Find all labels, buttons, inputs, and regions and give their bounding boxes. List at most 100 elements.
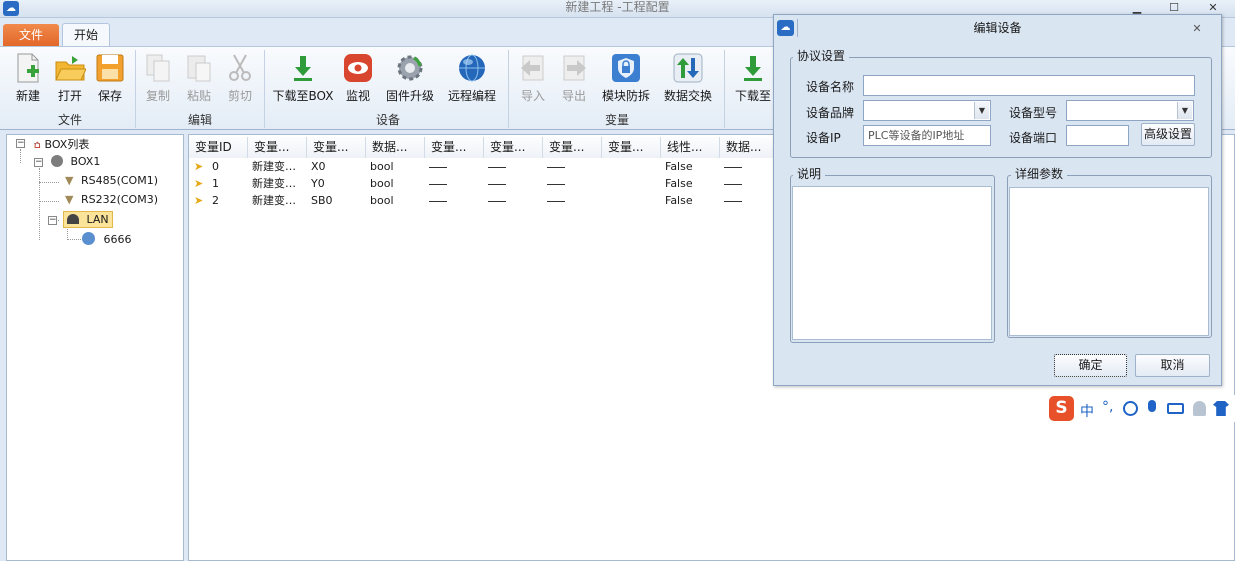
scissors-icon	[229, 54, 251, 81]
emoji-icon[interactable]	[1123, 401, 1138, 416]
paste-icon	[187, 55, 211, 82]
globe-icon	[459, 54, 485, 82]
window-title: 新建工程 -工程配置	[565, 0, 670, 14]
advanced-settings-button[interactable]: 高级设置	[1141, 123, 1195, 146]
ime-punctuation[interactable]: °,	[1102, 399, 1113, 415]
column-header[interactable]: 数据...	[366, 137, 425, 158]
device-name-field[interactable]	[863, 75, 1195, 96]
column-header[interactable]: 变量...	[307, 137, 366, 158]
device-port-field[interactable]	[1066, 125, 1129, 146]
save-button[interactable]: 保存	[92, 52, 128, 104]
cancel-button[interactable]: 取消	[1135, 354, 1210, 377]
description-textarea[interactable]	[792, 186, 992, 340]
tree-node-com3[interactable]: ▼ RS232(COM3)	[65, 193, 158, 206]
network-icon	[67, 214, 79, 224]
table-row[interactable]: ➤ 0 新建变… X0 bool False	[190, 159, 774, 176]
group-separator	[724, 50, 725, 128]
cut-button[interactable]: 剪切	[222, 52, 258, 104]
device-ip-label: 设备IP	[806, 131, 841, 145]
tree-node-lan[interactable]: LAN	[63, 211, 113, 228]
exchange-arrows-icon	[673, 53, 703, 83]
group-separator	[135, 50, 136, 128]
column-header[interactable]: 变量ID	[189, 137, 248, 158]
variable-tag-icon: ➤	[194, 160, 204, 173]
remote-programming-button[interactable]: 远程编程	[445, 52, 499, 104]
device-model-select[interactable]: ▼	[1066, 100, 1194, 121]
tree-collapse-toggle[interactable]: −	[48, 216, 57, 225]
arrow-left-icon	[521, 55, 544, 81]
tab-start[interactable]: 开始	[62, 23, 110, 47]
chevron-down-icon[interactable]: ▼	[974, 102, 989, 119]
variable-tag-icon: ➤	[194, 194, 204, 207]
tree-collapse-toggle[interactable]: −	[16, 139, 25, 148]
data-exchange-button[interactable]: 数据交换	[662, 52, 714, 104]
tree-root[interactable]: ⌂ BOX列表	[34, 136, 89, 152]
group-label-variable: 变量	[604, 113, 629, 127]
tree-node-device[interactable]: 6666	[82, 232, 132, 246]
tree-node-box1[interactable]: BOX1	[51, 155, 100, 168]
device-name-label: 设备名称	[806, 80, 855, 94]
box-tree-panel: − ⌂ BOX列表 − BOX1 ▼ RS485(COM1) ▼ RS232(C…	[6, 134, 184, 561]
group-separator	[264, 50, 265, 128]
device-ip-field[interactable]: PLC等设备的IP地址	[863, 125, 991, 146]
sogou-logo-icon[interactable]: S	[1049, 396, 1074, 421]
serial-port-icon: ▼	[65, 193, 74, 206]
monitor-button[interactable]: 监视	[340, 52, 376, 104]
protocol-settings-title: 协议设置	[793, 47, 850, 64]
dialog-close-icon[interactable]: ✕	[1190, 22, 1204, 36]
group-label-device: 设备	[375, 113, 400, 127]
detail-params-textarea[interactable]	[1009, 187, 1209, 336]
column-header[interactable]: 变量...	[248, 137, 307, 158]
eye-icon	[344, 54, 372, 82]
home-icon: ⌂	[34, 138, 41, 151]
download-button[interactable]: 下载至	[731, 52, 775, 104]
new-file-icon	[17, 53, 39, 83]
description-title: 说明	[793, 165, 826, 182]
column-header[interactable]: 变量...	[484, 137, 543, 158]
open-folder-icon	[55, 56, 86, 81]
tab-file[interactable]: 文件	[3, 24, 59, 46]
column-header[interactable]: 变量...	[543, 137, 602, 158]
group-separator	[508, 50, 509, 128]
export-button[interactable]: 导出	[556, 52, 592, 104]
microphone-icon[interactable]	[1148, 400, 1156, 412]
column-header[interactable]: 线性...	[661, 137, 720, 158]
dialog-title: 编辑设备	[973, 21, 1022, 35]
group-label-file: 文件	[57, 113, 82, 127]
download-arrow-icon	[294, 56, 312, 81]
ime-toolbar: S 中 °,	[1046, 395, 1235, 422]
import-button[interactable]: 导入	[515, 52, 551, 104]
box-device-icon	[51, 155, 63, 167]
copy-button[interactable]: 复制	[140, 52, 176, 104]
save-icon	[96, 54, 124, 82]
anti-removal-button[interactable]: 模块防拆	[600, 52, 652, 104]
detail-params-title: 详细参数	[1011, 165, 1068, 182]
plc-device-icon	[82, 232, 95, 245]
table-row[interactable]: ➤ 1 新建变… Y0 bool False	[190, 176, 774, 193]
user-icon[interactable]	[1193, 401, 1206, 416]
download-arrow-icon	[744, 56, 762, 81]
ok-button[interactable]: 确定	[1054, 354, 1127, 377]
gear-icon	[397, 55, 423, 81]
keyboard-icon[interactable]	[1167, 403, 1184, 414]
device-brand-label: 设备品牌	[806, 106, 855, 120]
firmware-upgrade-button[interactable]: 固件升级	[383, 52, 437, 104]
column-header[interactable]: 变量...	[425, 137, 484, 158]
chevron-down-icon[interactable]: ▼	[1177, 102, 1192, 119]
table-row[interactable]: ➤ 2 新建变… SB0 bool False	[190, 193, 774, 210]
new-button[interactable]: 新建	[10, 52, 46, 104]
ime-mode[interactable]: 中	[1080, 401, 1094, 421]
tree-collapse-toggle[interactable]: −	[34, 158, 43, 167]
device-port-label: 设备端口	[1009, 131, 1058, 145]
open-button[interactable]: 打开	[52, 52, 88, 104]
device-brand-select[interactable]: ▼	[863, 100, 991, 121]
column-header[interactable]: 数据...	[720, 137, 779, 158]
download-to-box-button[interactable]: 下载至BOX	[272, 52, 334, 104]
paste-button[interactable]: 粘贴	[181, 52, 217, 104]
arrow-right-icon	[563, 55, 586, 81]
skin-shirt-icon[interactable]	[1213, 401, 1229, 416]
group-label-edit: 编辑	[187, 113, 212, 127]
lock-shield-icon	[612, 54, 640, 82]
column-header[interactable]: 变量...	[602, 137, 661, 158]
tree-node-com1[interactable]: ▼ RS485(COM1)	[65, 174, 158, 187]
